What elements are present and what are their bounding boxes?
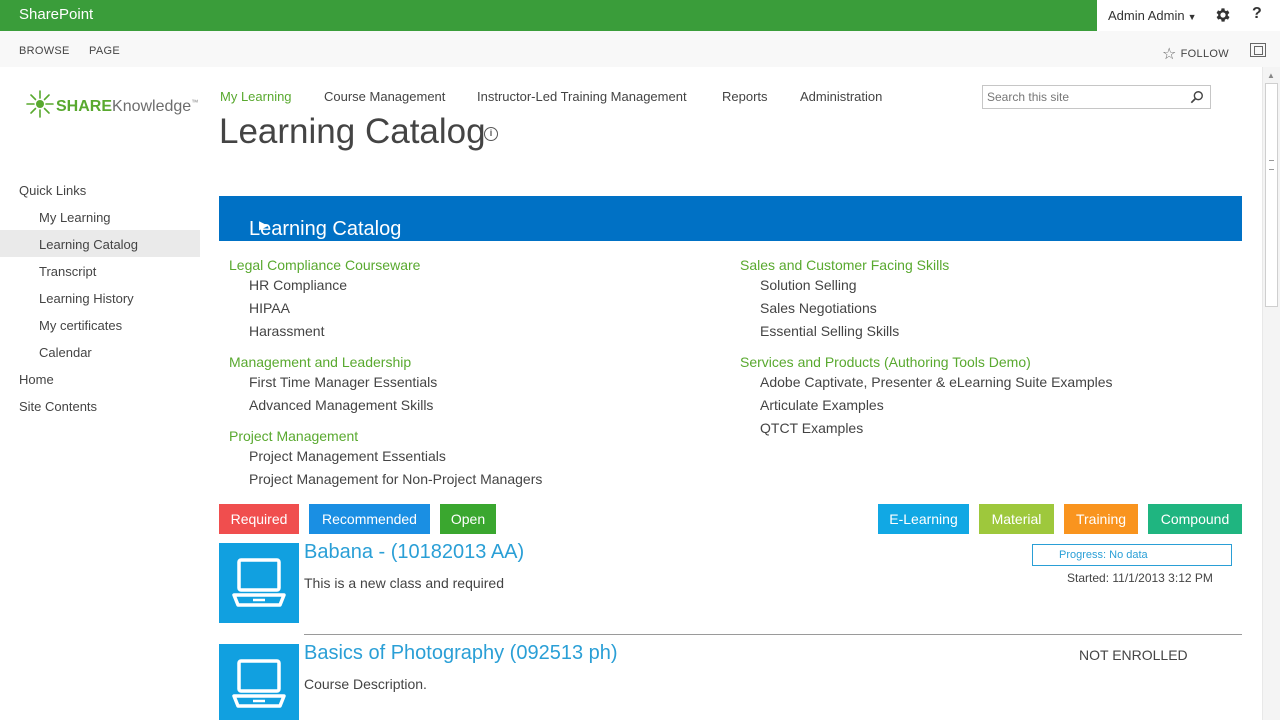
laptop-icon (232, 659, 286, 708)
quicklaunch-item-home[interactable]: Home (19, 372, 54, 387)
scroll-up-icon[interactable]: ▲ (1267, 71, 1275, 80)
info-icon[interactable]: i (484, 127, 498, 141)
chevron-down-icon: ▼ (1187, 12, 1197, 22)
course-title-link[interactable]: Basics of Photography (092513 ph) (304, 642, 618, 665)
course-divider (304, 634, 1242, 635)
page-title: Learning Catalog (219, 112, 486, 151)
topnav-my-learning[interactable]: My Learning (220, 89, 292, 104)
search-icon[interactable] (1190, 90, 1204, 104)
category-heading[interactable]: Services and Products (Authoring Tools D… (740, 354, 1031, 370)
user-name: Admin Admin (1108, 8, 1185, 23)
course-thumbnail[interactable] (219, 543, 299, 623)
category-item[interactable]: Adobe Captivate, Presenter & eLearning S… (760, 374, 1113, 390)
suite-bar-brand: SharePoint (0, 0, 1097, 31)
category-item[interactable]: Articulate Examples (760, 397, 884, 413)
topnav-instructor-led-training[interactable]: Instructor-Led Training Management (477, 89, 687, 104)
category-heading[interactable]: Management and Leadership (229, 354, 411, 370)
logo-trademark: ™ (191, 99, 199, 107)
category-item[interactable]: Harassment (249, 323, 324, 339)
category-item[interactable]: Project Management Essentials (249, 448, 446, 464)
focus-on-content-icon[interactable] (1250, 43, 1266, 57)
category-item[interactable]: Solution Selling (760, 277, 857, 293)
follow-button[interactable]: ☆ FOLLOW (1162, 44, 1229, 64)
category-item[interactable]: First Time Manager Essentials (249, 374, 437, 390)
brand-label[interactable]: SharePoint (19, 6, 93, 23)
search-input[interactable] (987, 89, 1182, 105)
course-description: This is a new class and required (304, 575, 504, 591)
quicklaunch-heading[interactable]: Quick Links (19, 183, 86, 198)
quicklaunch-item-calendar[interactable]: Calendar (39, 345, 92, 360)
category-item[interactable]: Project Management for Non-Project Manag… (249, 471, 542, 487)
quicklaunch-item-learning-catalog[interactable]: Learning Catalog (39, 237, 138, 252)
category-heading[interactable]: Sales and Customer Facing Skills (740, 257, 949, 273)
star-icon: ☆ (1162, 46, 1177, 63)
category-item[interactable]: HIPAA (249, 300, 290, 316)
laptop-icon (232, 558, 286, 607)
suite-bar: SharePoint Admin Admin ▼ ? (0, 0, 1280, 31)
vertical-scrollbar[interactable]: ▲ (1262, 67, 1280, 720)
category-item[interactable]: Essential Selling Skills (760, 323, 899, 339)
enrollment-status: NOT ENROLLED (1079, 647, 1188, 663)
logo-burst-icon (26, 90, 54, 118)
course-description: Course Description. (304, 676, 427, 692)
catalog-header-band[interactable]: Learning Catalog ▶ (219, 196, 1242, 241)
gear-icon[interactable] (1214, 6, 1232, 24)
quicklaunch-item-transcript[interactable]: Transcript (39, 264, 96, 279)
progress-badge: Progress: No data (1032, 544, 1232, 566)
quicklaunch-item-my-certificates[interactable]: My certificates (39, 318, 122, 333)
course-started-date: Started: 11/1/2013 3:12 PM (1067, 571, 1213, 585)
topnav-course-management[interactable]: Course Management (324, 89, 445, 104)
filter-training-button[interactable]: Training (1064, 504, 1138, 534)
quicklaunch-item-site-contents[interactable]: Site Contents (19, 399, 97, 414)
filter-elearning-button[interactable]: E-Learning (878, 504, 969, 534)
filter-required-button[interactable]: Required (219, 504, 299, 534)
category-item[interactable]: QTCT Examples (760, 420, 863, 436)
category-item[interactable]: HR Compliance (249, 277, 347, 293)
catalog-band-title: Learning Catalog (249, 218, 402, 240)
user-menu[interactable]: Admin Admin ▼ (1108, 8, 1197, 23)
category-heading[interactable]: Legal Compliance Courseware (229, 257, 420, 273)
course-thumbnail[interactable] (219, 644, 299, 720)
course-title-link[interactable]: Babana - (10182013 AA) (304, 541, 524, 564)
quicklaunch-item-learning-history[interactable]: Learning History (39, 291, 134, 306)
filter-compound-button[interactable]: Compound (1148, 504, 1242, 534)
category-item[interactable]: Advanced Management Skills (249, 397, 433, 413)
logo-share: SHARE (56, 98, 113, 115)
category-heading[interactable]: Project Management (229, 428, 358, 444)
logo-knowledge: Knowledge (112, 98, 192, 115)
filter-open-button[interactable]: Open (440, 504, 496, 534)
filter-material-button[interactable]: Material (979, 504, 1054, 534)
ribbon: BROWSE PAGE ☆ FOLLOW (0, 31, 1280, 67)
site-search (982, 85, 1211, 109)
help-icon[interactable]: ? (1252, 5, 1262, 23)
quicklaunch-item-my-learning[interactable]: My Learning (39, 210, 111, 225)
category-item[interactable]: Sales Negotiations (760, 300, 877, 316)
play-arrow-icon: ▶ (259, 218, 269, 232)
topnav-reports[interactable]: Reports (722, 89, 768, 104)
topnav-administration[interactable]: Administration (800, 89, 882, 104)
tab-browse[interactable]: BROWSE (19, 45, 70, 57)
follow-label: FOLLOW (1180, 48, 1229, 60)
logo-text: SHAREKnowledge™ (56, 98, 198, 116)
filter-recommended-button[interactable]: Recommended (309, 504, 430, 534)
scroll-thumb[interactable] (1265, 83, 1278, 307)
tab-page[interactable]: PAGE (89, 45, 120, 57)
